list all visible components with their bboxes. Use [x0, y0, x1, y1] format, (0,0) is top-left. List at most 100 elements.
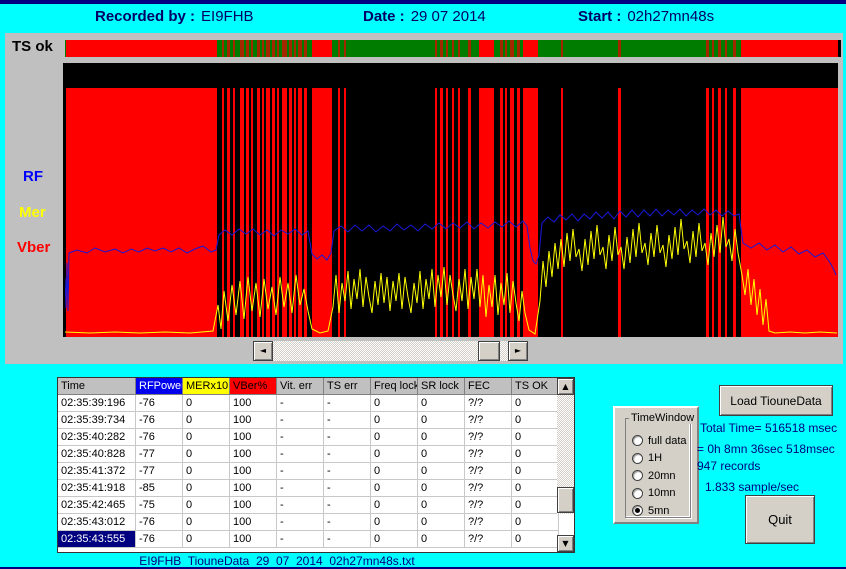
table-cell[interactable]: -	[324, 531, 371, 548]
table-cell[interactable]: -	[324, 412, 371, 429]
table-cell[interactable]: -	[324, 463, 371, 480]
scroll-down-button[interactable]: ▼	[557, 535, 574, 552]
table-cell[interactable]: 02:35:41:918	[58, 480, 136, 497]
table-cell[interactable]: 0	[371, 395, 418, 412]
table-cell[interactable]: 100	[230, 480, 277, 497]
table-cell[interactable]: 100	[230, 412, 277, 429]
table-cell[interactable]: 0	[512, 463, 559, 480]
table-cell[interactable]: 0	[183, 429, 230, 446]
table-cell[interactable]: -76	[136, 514, 183, 531]
table-cell[interactable]: ?/?	[465, 463, 512, 480]
scroll-right-button[interactable]: ►	[508, 341, 528, 361]
radio-button-icon[interactable]	[632, 488, 643, 499]
table-cell[interactable]: 0	[512, 480, 559, 497]
table-cell[interactable]: 0	[512, 514, 559, 531]
table-cell[interactable]: -	[277, 429, 324, 446]
table-cell[interactable]: -	[277, 514, 324, 531]
table-cell[interactable]: 0	[418, 412, 465, 429]
scrollbar-track[interactable]	[273, 341, 508, 361]
table-cell[interactable]: 0	[183, 531, 230, 548]
table-cell[interactable]: 0	[183, 497, 230, 514]
table-cell[interactable]: 02:35:40:828	[58, 446, 136, 463]
table-cell[interactable]: 0	[183, 395, 230, 412]
table-cell[interactable]: 0	[512, 395, 559, 412]
radio-button-icon[interactable]	[632, 470, 643, 481]
table-cell[interactable]: 0	[512, 412, 559, 429]
table-cell[interactable]: ?/?	[465, 429, 512, 446]
radio-option-10mn[interactable]: 10mn	[632, 487, 676, 500]
table-cell[interactable]: 02:35:39:734	[58, 412, 136, 429]
table-cell[interactable]: -	[324, 480, 371, 497]
scrollbar-thumb[interactable]	[478, 341, 500, 361]
radio-button-icon[interactable]	[632, 453, 643, 464]
table-cell[interactable]: 0	[183, 514, 230, 531]
table-cell[interactable]: 100	[230, 497, 277, 514]
table-cell[interactable]: 0	[418, 463, 465, 480]
table-cell[interactable]: 0	[418, 531, 465, 548]
table-cell[interactable]: -	[277, 463, 324, 480]
table-cell[interactable]: ?/?	[465, 412, 512, 429]
table-cell[interactable]: -77	[136, 446, 183, 463]
radio-button-icon[interactable]	[632, 435, 643, 446]
table-cell[interactable]: 02:35:40:282	[58, 429, 136, 446]
table-cell[interactable]: 0	[371, 531, 418, 548]
table-cell[interactable]: 0	[418, 480, 465, 497]
table-cell[interactable]: ?/?	[465, 531, 512, 548]
table-cell[interactable]: 02:35:43:012	[58, 514, 136, 531]
table-cell[interactable]: 0	[418, 446, 465, 463]
table-cell[interactable]: 100	[230, 514, 277, 531]
radio-button-icon[interactable]	[632, 505, 643, 516]
table-cell[interactable]: 0	[183, 412, 230, 429]
table-cell[interactable]: 100	[230, 446, 277, 463]
table-cell[interactable]: 100	[230, 429, 277, 446]
table-cell[interactable]: 02:35:42:465	[58, 497, 136, 514]
table-cell[interactable]: 0	[371, 497, 418, 514]
table-cell[interactable]: -76	[136, 395, 183, 412]
table-cell[interactable]: 0	[418, 395, 465, 412]
table-cell[interactable]: 100	[230, 531, 277, 548]
table-cell[interactable]: ?/?	[465, 395, 512, 412]
quit-button[interactable]: Quit	[745, 495, 815, 544]
chart-horizontal-scrollbar[interactable]: ◄ ►	[253, 341, 528, 361]
table-cell[interactable]: -	[324, 514, 371, 531]
table-cell[interactable]: 100	[230, 395, 277, 412]
table-cell[interactable]: ?/?	[465, 514, 512, 531]
table-cell[interactable]: -	[277, 480, 324, 497]
table-cell[interactable]: -77	[136, 463, 183, 480]
table-cell[interactable]: 02:35:39:196	[58, 395, 136, 412]
table-cell[interactable]: 0	[512, 429, 559, 446]
table-cell[interactable]: -	[277, 395, 324, 412]
table-cell[interactable]: ?/?	[465, 446, 512, 463]
table-cell[interactable]: -	[324, 497, 371, 514]
radio-option-5mn[interactable]: 5mn	[632, 504, 669, 517]
table-cell[interactable]: -	[324, 395, 371, 412]
table-cell[interactable]: -	[277, 412, 324, 429]
table-cell[interactable]: -76	[136, 412, 183, 429]
table-cell[interactable]: -	[324, 446, 371, 463]
table-cell[interactable]: ?/?	[465, 497, 512, 514]
table-cell[interactable]: -76	[136, 531, 183, 548]
table-cell[interactable]: -	[277, 531, 324, 548]
table-cell[interactable]: 0	[183, 446, 230, 463]
load-tiounedata-button[interactable]: Load TiouneData	[719, 385, 833, 416]
table-cell[interactable]: 02:35:41:372	[58, 463, 136, 480]
grid-vertical-scrollbar[interactable]: ▲ ▼	[557, 378, 574, 552]
table-cell[interactable]: 0	[512, 531, 559, 548]
scroll-up-button[interactable]: ▲	[557, 378, 574, 395]
table-cell[interactable]: 0	[512, 497, 559, 514]
table-cell[interactable]: -	[324, 429, 371, 446]
table-cell[interactable]: 0	[371, 412, 418, 429]
table-cell[interactable]: 0	[371, 480, 418, 497]
table-cell[interactable]: 0	[418, 429, 465, 446]
table-cell[interactable]: 0	[418, 497, 465, 514]
table-cell[interactable]: 0	[371, 514, 418, 531]
table-cell[interactable]: -	[277, 446, 324, 463]
table-cell[interactable]: ?/?	[465, 480, 512, 497]
table-cell[interactable]: 0	[371, 429, 418, 446]
table-cell[interactable]: -	[277, 497, 324, 514]
table-cell[interactable]: 0	[183, 480, 230, 497]
table-cell[interactable]: 0	[512, 446, 559, 463]
table-cell[interactable]: 0	[371, 446, 418, 463]
radio-option-1h[interactable]: 1H	[632, 452, 662, 465]
table-cell[interactable]: 0	[183, 463, 230, 480]
